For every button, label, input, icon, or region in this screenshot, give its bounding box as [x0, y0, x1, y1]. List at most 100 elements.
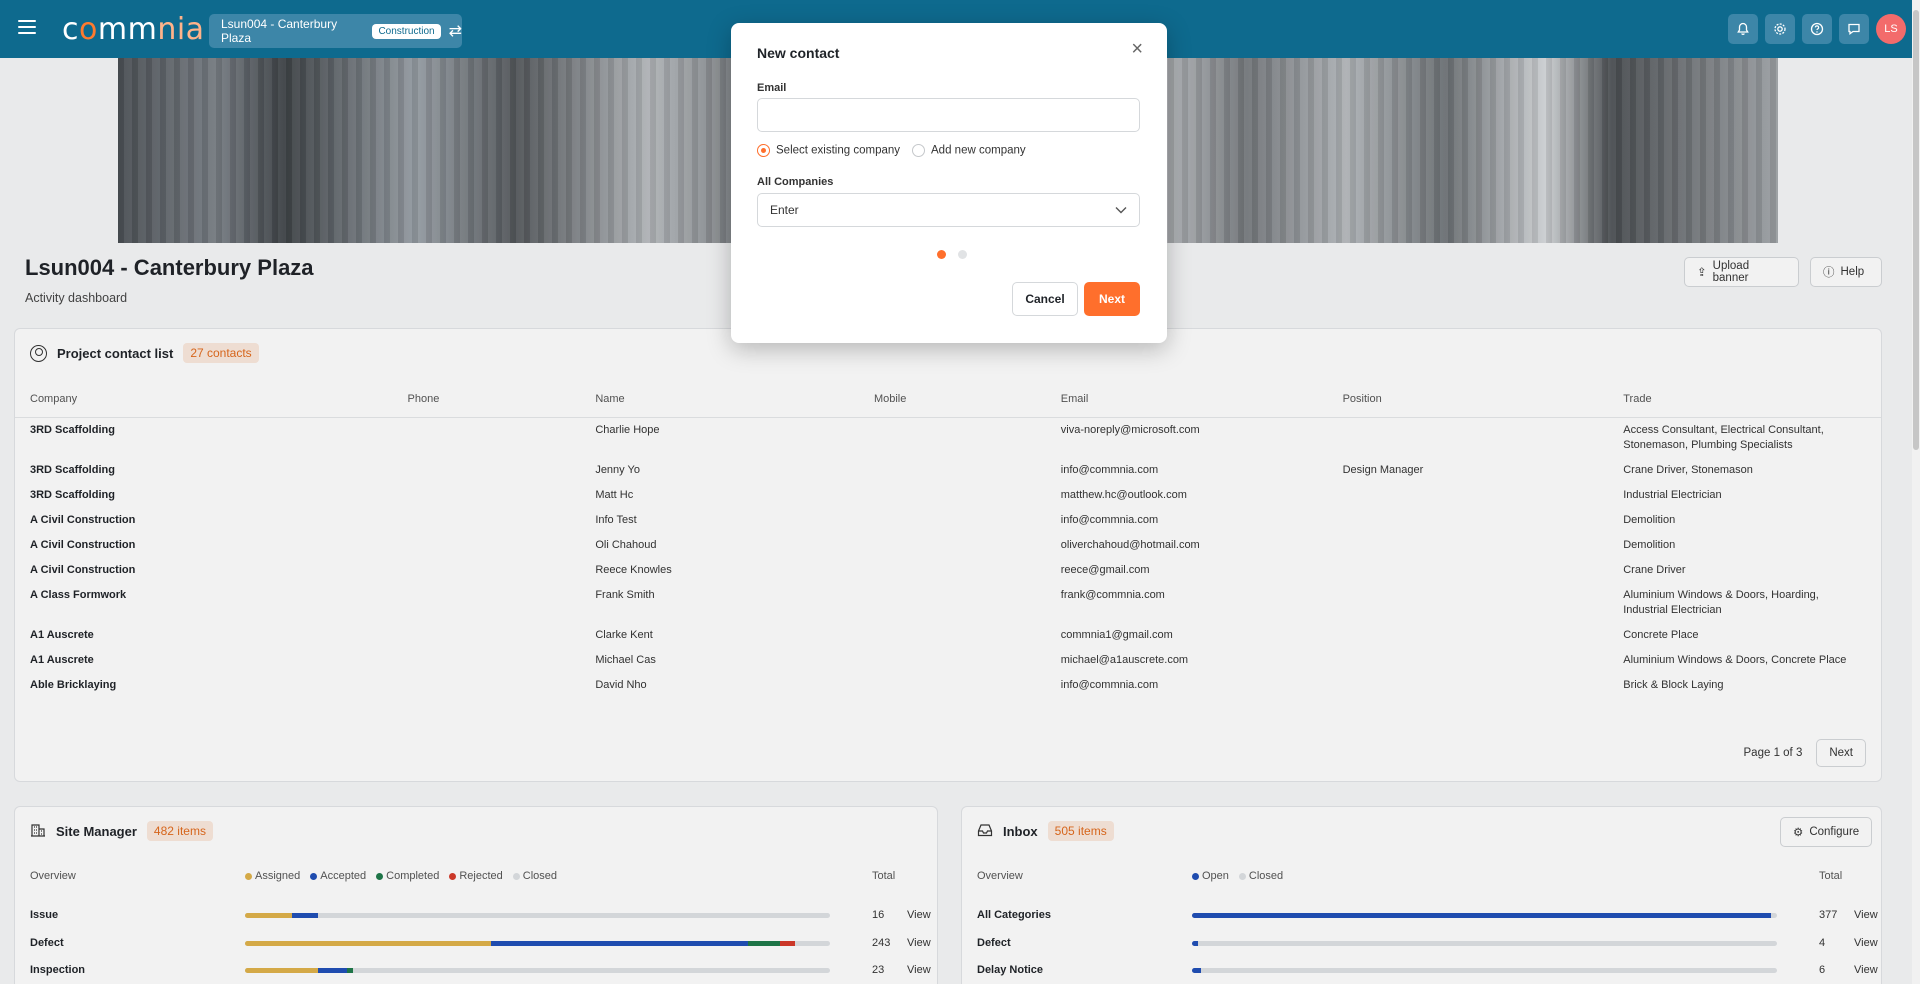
view-link[interactable]: View: [907, 964, 931, 976]
table-row[interactable]: 3RD Scaffolding Matt Hc matthew.hc@outlook…: [15, 483, 1881, 508]
legend-item: Rejected: [449, 870, 503, 882]
scrollbar[interactable]: [1912, 0, 1920, 984]
table-cell: Info Test: [595, 513, 637, 526]
table-cell: Frank Smith: [595, 588, 655, 601]
column-header[interactable]: Phone: [392, 381, 581, 418]
bell-icon[interactable]: [1728, 14, 1758, 44]
column-header[interactable]: Mobile: [858, 381, 1046, 418]
progress-bar: [245, 913, 830, 918]
view-link[interactable]: View: [1854, 964, 1878, 976]
column-header[interactable]: Company: [15, 381, 393, 418]
table-cell: [393, 558, 581, 583]
new-contact-modal: New contact × Email Select existing comp…: [731, 23, 1167, 343]
bar-segment: [291, 913, 319, 918]
view-link[interactable]: View: [1854, 909, 1878, 921]
row-total: 377: [1819, 909, 1838, 921]
table-cell: [1328, 417, 1609, 458]
table-cell: David Nho: [595, 678, 647, 691]
bar-segment: [245, 940, 491, 946]
help-button[interactable]: ⓘ Help: [1810, 257, 1882, 287]
table-cell: [393, 583, 581, 623]
pagination: Page 1 of 3 Next: [1744, 739, 1866, 767]
chat-icon[interactable]: [1839, 14, 1869, 44]
table-row[interactable]: A Civil Construction Oli Chahoud olivercha…: [15, 533, 1881, 558]
table-cell: Brick & Block Laying: [1623, 678, 1724, 691]
project-switcher[interactable]: Lsun004 - Canterbury Plaza Construction …: [209, 14, 462, 48]
table-cell: A Class Formwork: [30, 588, 127, 601]
progress-bar: [1192, 940, 1777, 946]
table-cell: [393, 417, 581, 458]
site-manager-count: 482 items: [146, 821, 213, 841]
cancel-button[interactable]: Cancel: [1012, 282, 1078, 316]
legend-item: Closed: [512, 870, 557, 882]
modal-title: New contact: [757, 45, 840, 61]
row-total: 243: [872, 936, 891, 949]
table-cell: [1328, 558, 1609, 583]
table-row[interactable]: A Civil Construction Reece Knowles reece@g…: [15, 558, 1881, 583]
table-cell: Crane Driver: [1623, 563, 1686, 576]
table-row[interactable]: A Class Formwork Frank Smith frank@commnia…: [15, 583, 1881, 623]
bar-segment: [1192, 913, 1772, 918]
overview-label: Overview: [977, 870, 1023, 882]
bar-segment: [780, 940, 795, 946]
scrollbar-thumb[interactable]: [1913, 10, 1919, 450]
menu-icon[interactable]: [18, 20, 36, 34]
site-manager-legend: Assigned Accepted Completed Rejected Closed: [245, 870, 557, 882]
radio-add-new[interactable]: Add new company: [912, 144, 1026, 157]
site-manager-header: Site Manager 482 items: [30, 821, 213, 841]
legend-item: Assigned: [245, 870, 300, 882]
column-header[interactable]: Email: [1045, 381, 1328, 418]
view-link[interactable]: View: [1854, 937, 1878, 949]
view-link[interactable]: View: [907, 937, 931, 949]
row-total: 4: [1819, 936, 1826, 949]
legend-item: Accepted: [310, 870, 366, 882]
commnia-logo[interactable]: commnia: [62, 12, 205, 47]
bar-segment: [1192, 968, 1201, 973]
gear-icon[interactable]: [1765, 14, 1795, 44]
companies-select[interactable]: Enter: [757, 193, 1140, 227]
user-avatar[interactable]: LS: [1876, 14, 1906, 44]
email-input[interactable]: [757, 98, 1140, 132]
table-row[interactable]: 3RD Scaffolding Charlie Hope viva-noreply@…: [15, 417, 1881, 458]
table-cell: [1328, 533, 1609, 558]
close-icon[interactable]: ×: [1131, 39, 1143, 59]
legend-item: Closed: [1238, 870, 1283, 882]
step-dot-2: [958, 250, 967, 259]
table-cell: [393, 533, 581, 558]
table-row[interactable]: A Civil Construction Info Test info@commni…: [15, 508, 1881, 533]
table-cell: Design Manager: [1342, 463, 1424, 476]
table-cell: [859, 483, 1046, 508]
step-dot-1: [937, 250, 946, 259]
table-row[interactable]: A1 Auscrete Clarke Kent commnia1@gmail.com…: [15, 623, 1881, 648]
email-label: Email: [757, 82, 787, 94]
next-button[interactable]: Next: [1084, 282, 1140, 316]
table-row[interactable]: Able Bricklaying David Nho info@commnia.co…: [15, 673, 1881, 698]
next-page-button[interactable]: Next: [1816, 739, 1866, 767]
radio-select-existing[interactable]: Select existing company: [757, 144, 900, 157]
upload-banner-button[interactable]: ⇪ Upload banner: [1684, 257, 1799, 287]
table-row[interactable]: A1 Auscrete Michael Cas michael@a1auscrete…: [15, 648, 1881, 673]
table-row[interactable]: 3RD Scaffolding Jenny Yo info@commnia.com D…: [15, 458, 1881, 483]
table-cell: Demolition: [1623, 538, 1676, 551]
overview-label: Overview: [30, 870, 76, 882]
column-header[interactable]: Trade: [1608, 381, 1881, 418]
help-icon[interactable]: [1802, 14, 1832, 44]
table-cell: oliverchahoud@hotmail.com: [1060, 538, 1200, 551]
table-cell: Demolition: [1623, 513, 1676, 526]
column-header[interactable]: Name: [580, 381, 859, 418]
inbox-header: Inbox 505 items: [977, 821, 1114, 841]
table-cell: commnia1@gmail.com: [1060, 628, 1173, 641]
configure-button[interactable]: ⚙ Configure: [1780, 817, 1872, 847]
building-icon: [30, 822, 46, 841]
column-header[interactable]: Position: [1327, 381, 1609, 418]
overview-row-label: Defect: [977, 936, 1011, 949]
table-cell: Reece Knowles: [595, 563, 672, 576]
table-cell: [1328, 483, 1609, 508]
table-cell: matthew.hc@outlook.com: [1060, 488, 1187, 501]
view-link[interactable]: View: [907, 909, 931, 921]
table-cell: reece@gmail.com: [1060, 563, 1150, 576]
gear-icon: ⚙: [1793, 827, 1804, 839]
progress-bar: [1192, 913, 1777, 918]
table-cell: A Civil Construction: [30, 563, 136, 576]
table-cell: [393, 483, 581, 508]
